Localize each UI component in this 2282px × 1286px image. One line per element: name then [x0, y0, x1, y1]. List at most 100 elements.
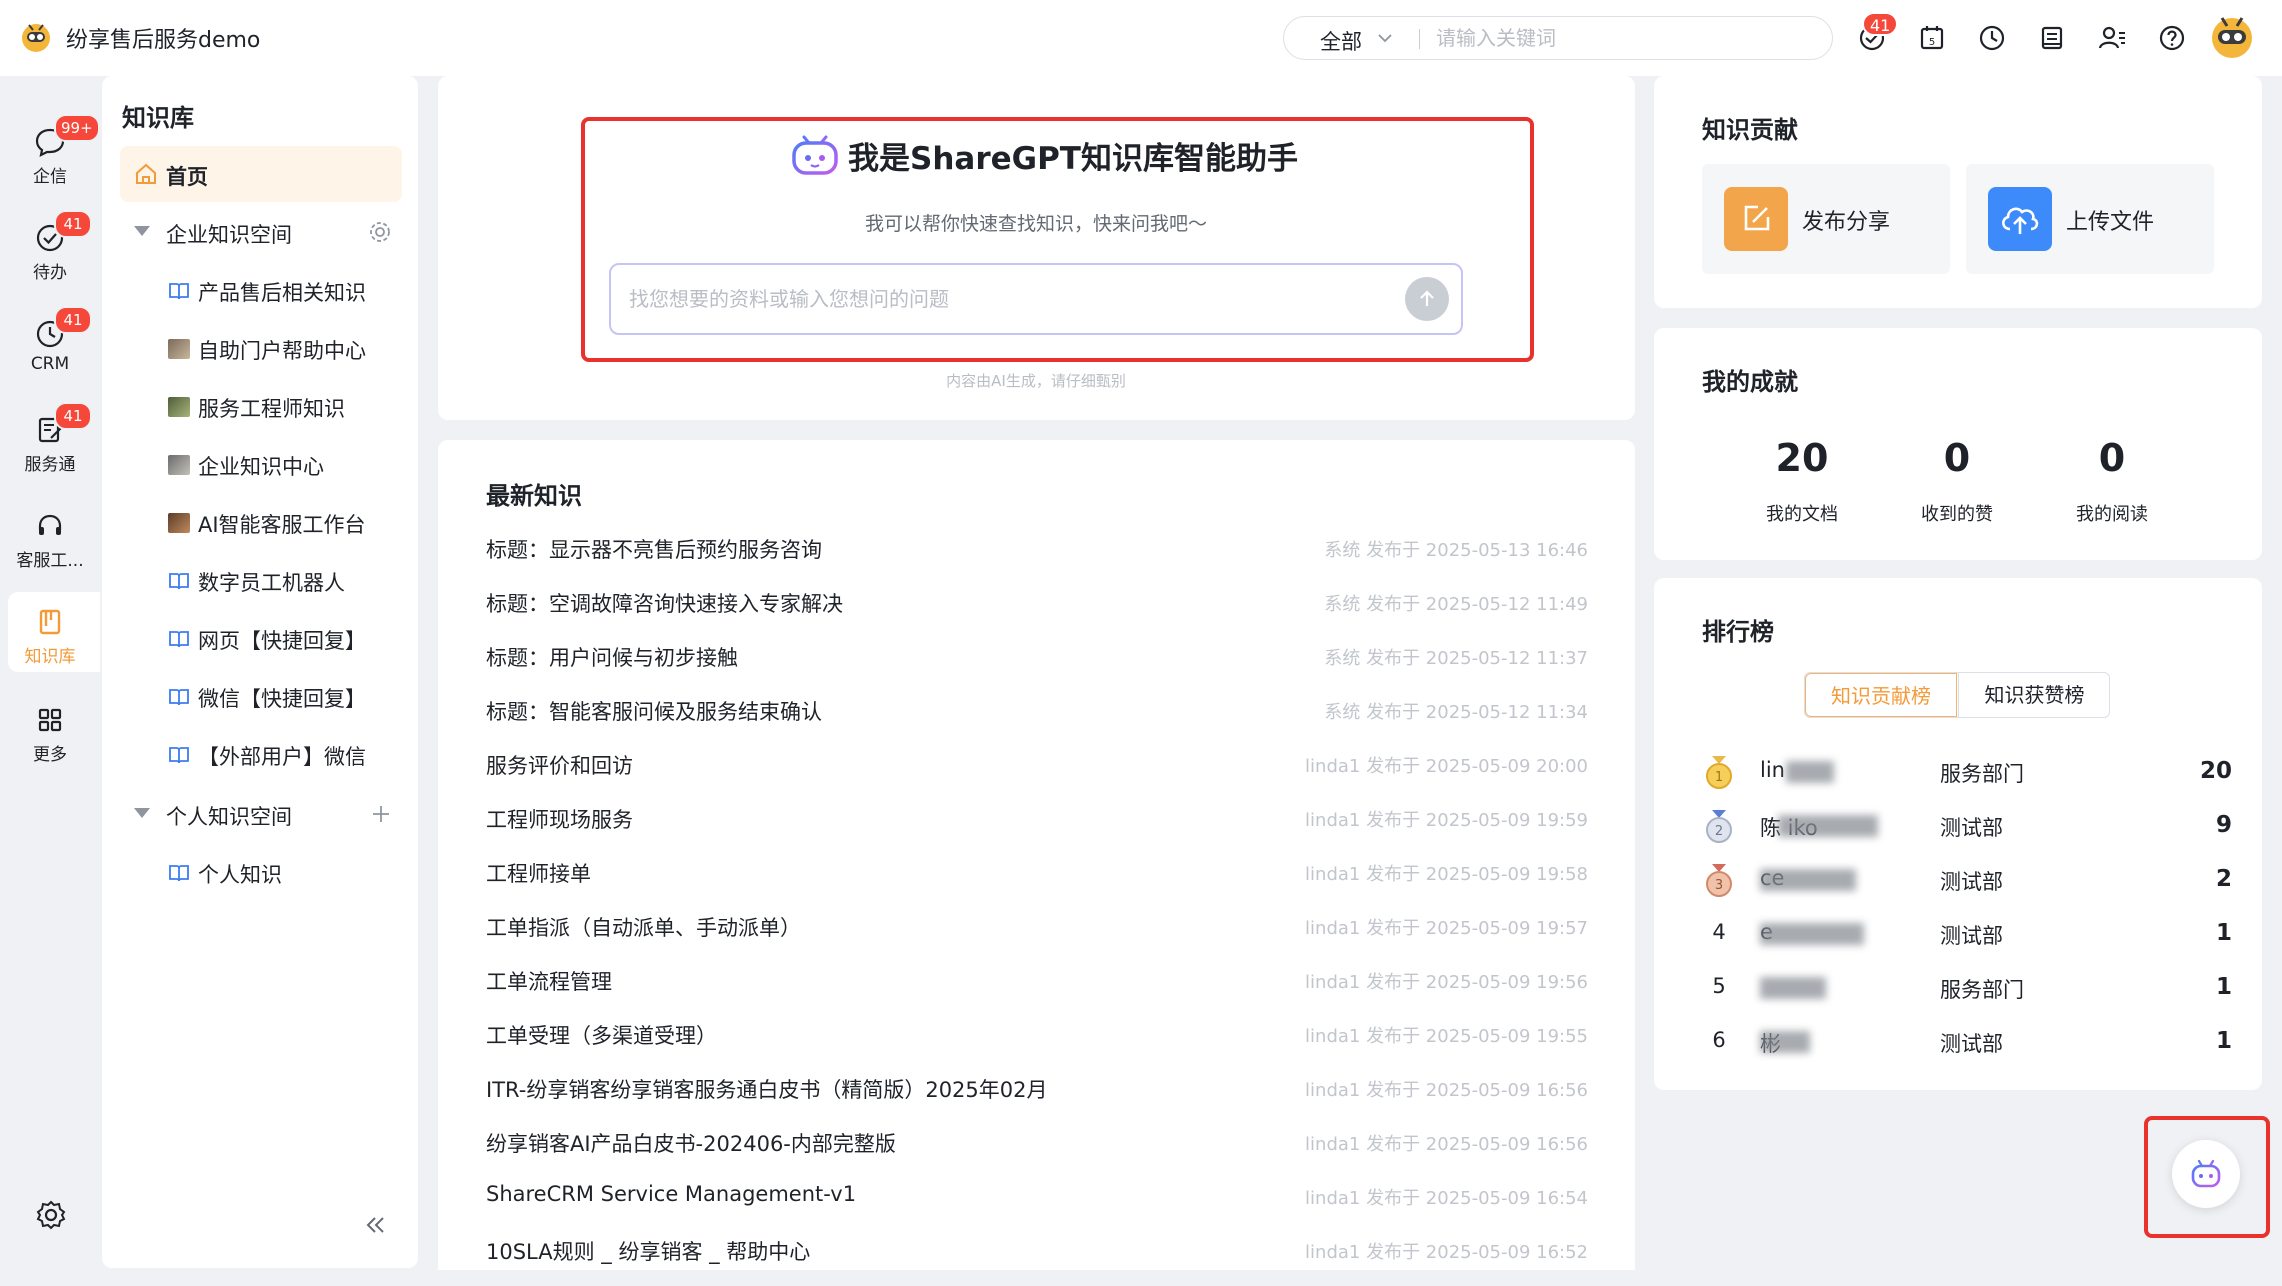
send-button[interactable] — [1405, 277, 1449, 321]
search-scope-select[interactable]: 全部 — [1320, 26, 1362, 56]
news-item[interactable]: 工单指派（自动派单、手动派单） linda1 发布于 2025-05-09 19:… — [486, 904, 1588, 944]
space-thumbnail — [168, 339, 190, 359]
news-item[interactable]: 标题：空调故障咨询快速接入专家解决 系统 发布于 2025-05-12 11:49 — [486, 580, 1588, 620]
book-icon — [169, 747, 189, 764]
news-item[interactable]: ShareCRM Service Management-v1 linda1 发布于… — [486, 1174, 1588, 1214]
nav-item-knowledge-space[interactable]: 网页【快捷回复】 — [120, 610, 402, 666]
news-item-title[interactable]: 工单流程管理 — [486, 966, 612, 996]
rail-item-knowledge[interactable]: 知识库 — [0, 598, 100, 678]
nav-item-knowledge-space[interactable]: 自助门户帮助中心 — [120, 320, 402, 376]
tab-contribution-rank[interactable]: 知识贡献榜 — [1805, 673, 1957, 717]
rank-row[interactable]: 5 服务部门 1 — [1702, 962, 2232, 1016]
rank-row[interactable]: 3 ce 测试部 2 — [1702, 854, 2232, 908]
rank-row[interactable]: 1 lin 服务部门 20 — [1702, 746, 2232, 800]
rank-dept: 测试部 — [1940, 924, 2003, 948]
rail-item-more[interactable]: 更多 — [0, 696, 100, 776]
user-avatar[interactable] — [2206, 10, 2258, 62]
caret-down-icon[interactable] — [134, 808, 150, 818]
history-button[interactable] — [1975, 21, 2009, 55]
nav-item-home[interactable]: 首页 — [120, 146, 402, 202]
notification-badge: 41 — [1862, 12, 1899, 36]
upload-file-button[interactable]: 上传文件 — [1966, 164, 2214, 274]
nav-item-knowledge-space[interactable]: 微信【快捷回复】 — [120, 668, 402, 724]
news-item[interactable]: 工单受理（多渠道受理） linda1 发布于 2025-05-09 19:55 — [486, 1012, 1588, 1052]
cloud-upload-icon — [1988, 187, 2052, 251]
global-search[interactable]: 全部 — [1283, 16, 1833, 60]
collapse-sidebar-icon[interactable] — [360, 1210, 390, 1240]
book-icon — [169, 689, 189, 706]
nav-item-knowledge-space[interactable]: AI智能客服工作台 — [120, 494, 402, 550]
news-item-title[interactable]: 纷享销客AI产品白皮书-202406-内部完整版 — [486, 1128, 896, 1158]
nav-item-personal-knowledge[interactable]: 个人知识 — [120, 844, 402, 900]
calendar-icon: 5 — [1920, 26, 1944, 50]
arrow-up-icon — [1420, 290, 1434, 306]
news-item-meta: linda1 发布于 2025-05-09 16:56 — [1305, 1080, 1588, 1101]
calendar-button[interactable]: 5 — [1915, 21, 1949, 55]
news-item[interactable]: 标题：显示器不亮售后预约服务咨询 系统 发布于 2025-05-13 16:46 — [486, 526, 1588, 566]
rank-score: 20 — [2199, 758, 2232, 784]
masked-name — [1760, 1031, 1810, 1053]
help-button[interactable] — [2155, 21, 2189, 55]
edit-icon — [1724, 187, 1788, 251]
app-logo-icon — [22, 24, 50, 52]
rail-item-customer-service[interactable]: 客服工... — [0, 502, 100, 582]
nav-item-knowledge-space[interactable]: 【外部用户】微信 — [120, 726, 402, 782]
rail-badge: 99+ — [54, 114, 100, 142]
news-item-title[interactable]: 标题：空调故障咨询快速接入专家解决 — [486, 588, 843, 618]
publish-share-button[interactable]: 发布分享 — [1702, 164, 1950, 274]
contacts-button[interactable] — [2095, 21, 2129, 55]
bronze-medal-icon: 3 — [1706, 864, 1732, 897]
news-item-title[interactable]: 工程师接单 — [486, 858, 591, 888]
ai-question-input[interactable] — [627, 279, 1387, 319]
news-item[interactable]: 工单流程管理 linda1 发布于 2025-05-09 19:56 — [486, 958, 1588, 998]
nav-group-personal-space[interactable]: 个人知识空间 — [120, 786, 402, 842]
nav-item-label: 企业知识中心 — [198, 455, 324, 479]
nav-item-knowledge-space[interactable]: 企业知识中心 — [120, 436, 402, 492]
rank-row[interactable]: 2 陈 iko 测试部 9 — [1702, 800, 2232, 854]
tab-likes-rank[interactable]: 知识获赞榜 — [1958, 673, 2110, 717]
news-item-title[interactable]: 标题：用户问候与初步接触 — [486, 642, 738, 672]
news-item[interactable]: 10SLA规则 _ 纷享销客 _ 帮助中心 linda1 发布于 2025-05-… — [486, 1228, 1588, 1268]
rank-dept: 测试部 — [1940, 1032, 2003, 1056]
news-item-title[interactable]: ITR-纷享销客纷享销客服务通白皮书（精简版）2025年02月 — [486, 1074, 1048, 1104]
upload-file-label: 上传文件 — [2066, 210, 2155, 235]
news-item-title[interactable]: 服务评价和回访 — [486, 750, 633, 780]
grid-icon — [38, 708, 62, 732]
rank-row[interactable]: 4 e 测试部 1 — [1702, 908, 2232, 962]
plus-icon[interactable] — [370, 803, 392, 825]
ai-question-box[interactable] — [609, 263, 1463, 335]
news-item-title[interactable]: 标题：显示器不亮售后预约服务咨询 — [486, 534, 822, 564]
news-item[interactable]: 标题：智能客服问候及服务结束确认 系统 发布于 2025-05-12 11:34 — [486, 688, 1588, 728]
floating-assistant-button[interactable] — [2172, 1140, 2240, 1208]
news-item[interactable]: 工程师现场服务 linda1 发布于 2025-05-09 19:59 — [486, 796, 1588, 836]
news-item-title[interactable]: 工单受理（多渠道受理） — [486, 1020, 717, 1050]
news-item-title[interactable]: 10SLA规则 _ 纷享销客 _ 帮助中心 — [486, 1236, 810, 1266]
news-item-title[interactable]: 工程师现场服务 — [486, 804, 633, 834]
news-item[interactable]: 标题：用户问候与初步接触 系统 发布于 2025-05-12 11:37 — [486, 634, 1588, 674]
svg-text:3: 3 — [1715, 878, 1723, 893]
news-item[interactable]: 工程师接单 linda1 发布于 2025-05-09 19:58 — [486, 850, 1588, 890]
chevron-down-icon[interactable] — [1376, 29, 1394, 47]
settings-gear-icon[interactable] — [34, 1198, 68, 1232]
masked-name — [1786, 761, 1834, 783]
news-item-title[interactable]: 标题：智能客服问候及服务结束确认 — [486, 696, 822, 726]
knowledge-sidenav: 知识库 首页 企业知识空间 产品售后相关知识 自助门户帮助中心 服务工程师知识 … — [102, 76, 418, 1268]
rank-row[interactable]: 6 彬 测试部 1 — [1702, 1016, 2232, 1070]
nav-item-knowledge-space[interactable]: 数字员工机器人 — [120, 552, 402, 608]
news-item-title[interactable]: 工单指派（自动派单、手动派单） — [486, 912, 801, 942]
news-item[interactable]: ITR-纷享销客纷享销客服务通白皮书（精简版）2025年02月 linda1 发布… — [486, 1066, 1588, 1106]
news-item-meta: linda1 发布于 2025-05-09 19:56 — [1305, 972, 1588, 993]
news-item-title[interactable]: ShareCRM Service Management-v1 — [486, 1182, 856, 1206]
report-button[interactable] — [2035, 21, 2069, 55]
rail-item-messages[interactable]: 99+ 企信 — [0, 114, 100, 198]
svg-text:2: 2 — [1715, 824, 1723, 839]
nav-item-knowledge-space[interactable]: 产品售后相关知识 — [120, 262, 402, 318]
search-input[interactable] — [1434, 21, 1814, 55]
rail-item-service[interactable]: 41 服务通 — [0, 402, 100, 486]
news-item[interactable]: 纷享销客AI产品白皮书-202406-内部完整版 linda1 发布于 2025-… — [486, 1120, 1588, 1160]
svg-text:1: 1 — [1715, 770, 1723, 785]
news-item-meta: linda1 发布于 2025-05-09 19:57 — [1305, 918, 1588, 939]
rank-score: 1 — [2215, 974, 2232, 1000]
news-item[interactable]: 服务评价和回访 linda1 发布于 2025-05-09 20:00 — [486, 742, 1588, 782]
news-item-meta: linda1 发布于 2025-05-09 16:54 — [1305, 1188, 1588, 1209]
